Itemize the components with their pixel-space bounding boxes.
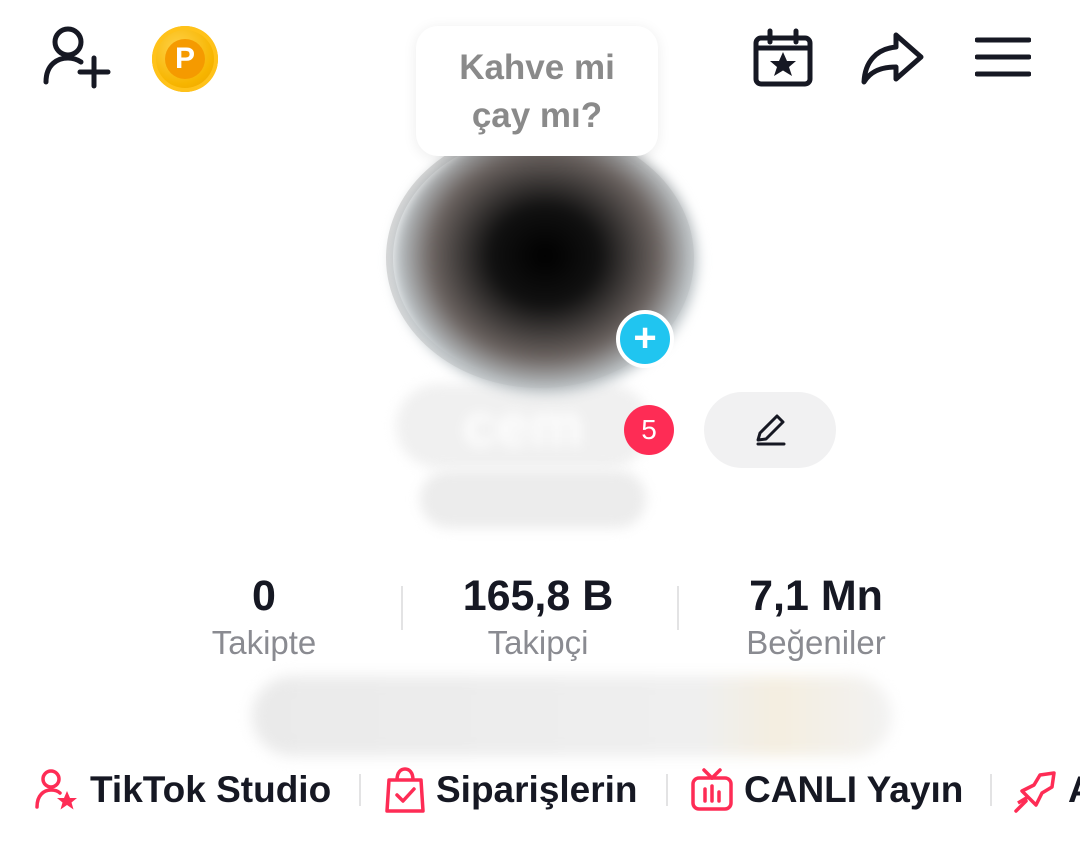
- shortcut-tiktok-studio[interactable]: TikTok Studio: [34, 762, 331, 818]
- handle-blurred: [420, 470, 646, 528]
- promote-icon: [1014, 771, 1056, 813]
- bio-blurred: [252, 676, 892, 756]
- notification-badge: 5: [624, 405, 674, 455]
- add-friend-icon[interactable]: [40, 24, 114, 90]
- shortcut-label: Siparişlerin: [436, 769, 638, 810]
- shortcut-divider: [359, 774, 361, 806]
- profile-page: P Kahve mi çay mı? + cem 5 0 Takipte 165…: [0, 0, 1080, 848]
- avatar-add-button[interactable]: +: [616, 310, 674, 368]
- stat-following[interactable]: 0 Takipte: [134, 570, 394, 664]
- following-count: 0: [252, 572, 276, 620]
- share-icon[interactable]: [858, 26, 926, 90]
- edit-profile-button[interactable]: [704, 392, 836, 468]
- status-bubble-line2: çay mı?: [471, 96, 603, 135]
- stat-followers[interactable]: 165,8 B Takipçi: [408, 570, 668, 664]
- username-blurred[interactable]: cem: [396, 384, 650, 468]
- status-bubble-line1: Kahve mi: [459, 48, 615, 87]
- shortcut-label: CANLI Yayın: [744, 769, 964, 810]
- live-tv-icon: [691, 768, 733, 811]
- stat-divider: [677, 586, 679, 630]
- status-bubble[interactable]: Kahve mi çay mı?: [416, 26, 658, 156]
- stat-likes[interactable]: 7,1 Mn Beğeniler: [686, 570, 946, 664]
- calendar-star-icon[interactable]: [750, 26, 816, 90]
- coin-letter: P: [165, 39, 205, 79]
- following-label: Takipte: [211, 624, 317, 661]
- stat-divider: [401, 586, 403, 630]
- shortcut-bar: TikTok Studio Siparişlerin CANLI Yayın: [0, 762, 1080, 818]
- followers-count: 165,8 B: [462, 572, 614, 620]
- creator-star-icon: [35, 769, 77, 810]
- shortcut-label: TikTok Studio: [90, 769, 332, 810]
- shortcut-label: A: [1068, 769, 1080, 811]
- shortcut-live[interactable]: CANLI Yayın: [690, 762, 963, 818]
- menu-icon[interactable]: [970, 28, 1036, 86]
- likes-count: 7,1 Mn: [749, 572, 883, 620]
- coin-icon[interactable]: P: [152, 26, 218, 92]
- shortcut-divider: [990, 774, 992, 806]
- pencil-icon: [756, 414, 786, 446]
- shopping-bag-icon: [385, 767, 425, 813]
- shortcut-promote[interactable]: A: [1012, 762, 1080, 818]
- shortcut-divider: [666, 774, 668, 806]
- followers-label: Takipçi: [487, 624, 589, 661]
- shortcut-orders[interactable]: Siparişlerin: [384, 762, 638, 818]
- likes-label: Beğeniler: [746, 624, 886, 661]
